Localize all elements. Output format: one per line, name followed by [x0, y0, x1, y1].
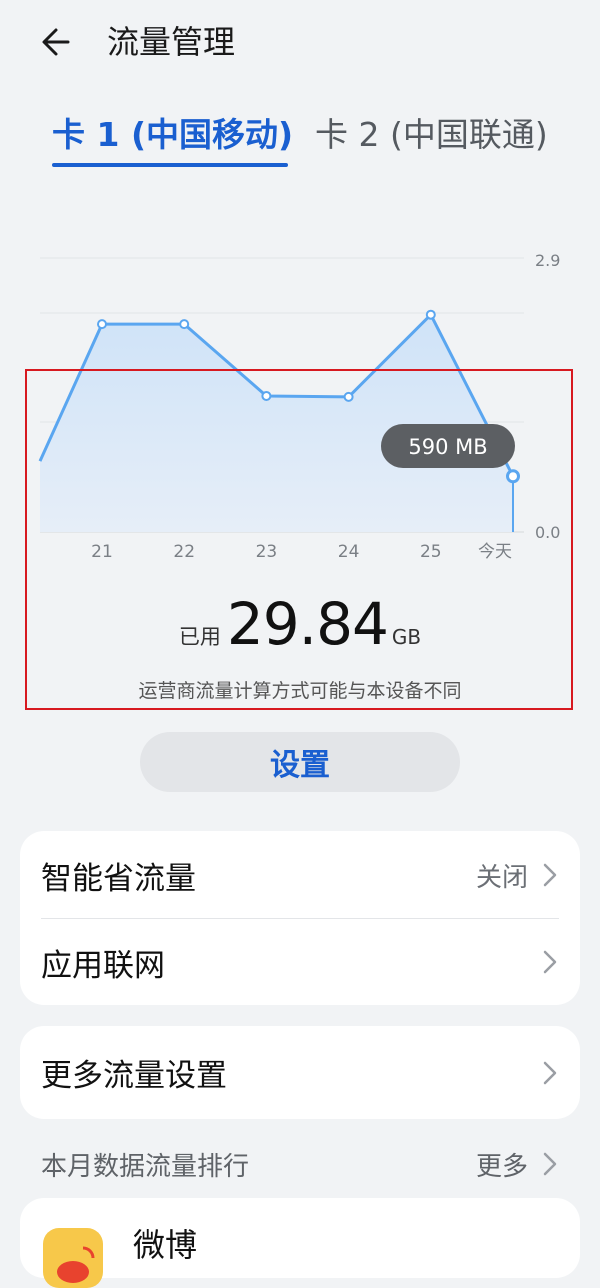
chevron-right-icon[interactable] [542, 1151, 558, 1177]
settings-button[interactable]: 设置 [140, 732, 460, 792]
chart-point [261, 390, 272, 401]
smart-saver-label: 智能省流量 [41, 860, 196, 897]
y-tick-top: 2.9 [535, 251, 560, 270]
usage-label: 已用 [178, 625, 221, 649]
carrier-notice: 运营商流量计算方式可能与本设备不同 [138, 680, 462, 702]
chart-marks: 21 22 23 24 25 今天 590 MB [38, 309, 520, 562]
chart-point [506, 469, 520, 484]
ranking-title: 本月数据流量排行 [41, 1152, 250, 1182]
page-title: 流量管理 [107, 23, 236, 61]
usage-chart-svg: 2.9 0.0 21 22 23 24 25 今天 590 MB [38, 251, 560, 562]
x-tick-label: 23 [256, 542, 278, 562]
chevron-right-icon [543, 863, 557, 887]
ranking-more-link[interactable]: 更多 [476, 1146, 528, 1183]
more-settings-label: 更多流量设置 [41, 1058, 227, 1094]
y-tick-zero: 0.0 [535, 523, 560, 542]
tab-active-indicator [52, 163, 288, 167]
chevron-right-icon [543, 1061, 557, 1084]
app-network-label: 应用联网 [41, 947, 165, 984]
tab-sim2[interactable]: 卡 2 (中国联通) [315, 108, 548, 162]
arrow-left-icon[interactable] [38, 22, 78, 62]
tab-sim1[interactable]: 卡 1 (中国移动) [52, 108, 293, 162]
usage-summary: 已用 29.84 GB [0, 590, 600, 660]
chevron-right-icon [543, 950, 557, 974]
chart-point [425, 309, 436, 320]
tooltip-text: 590 MB [408, 435, 487, 459]
x-tick-label: 今天 [478, 542, 512, 562]
weibo-icon [43, 1228, 103, 1288]
usage-value: 29.84 [226, 590, 389, 658]
row-smart-saver[interactable]: 智能省流量 关闭 [20, 831, 580, 919]
smart-saver-value: 关闭 [475, 862, 528, 893]
x-tick-label: 21 [91, 542, 113, 562]
x-tick-label: 24 [338, 542, 360, 562]
x-tick-label: 25 [420, 542, 442, 562]
x-tick-label: 22 [173, 542, 195, 562]
row-more-settings[interactable]: 更多流量设置 [20, 1026, 580, 1119]
chart-tooltip: 590 MB [381, 424, 515, 468]
chart-point [179, 319, 190, 330]
ranking-item-name: 微博 [133, 1226, 198, 1264]
sim-tabs: 卡 1 (中国移动) 卡 2 (中国联通) [0, 108, 600, 178]
usage-chart[interactable]: 2.9 0.0 21 22 23 24 25 今天 590 MB [0, 200, 600, 620]
data-options-card: 智能省流量 关闭 应用联网 [20, 831, 580, 1005]
chart-point [343, 391, 354, 402]
chart-point [97, 319, 107, 330]
more-settings-card: 更多流量设置 [20, 1026, 580, 1119]
row-app-network[interactable]: 应用联网 [20, 919, 580, 1005]
usage-unit: GB [391, 625, 422, 649]
ranking-card: 微博 [20, 1198, 580, 1288]
settings-button-label: 设置 [270, 748, 330, 783]
chart-area-fill [40, 314, 513, 532]
top-bar: 流量管理 [0, 0, 600, 90]
